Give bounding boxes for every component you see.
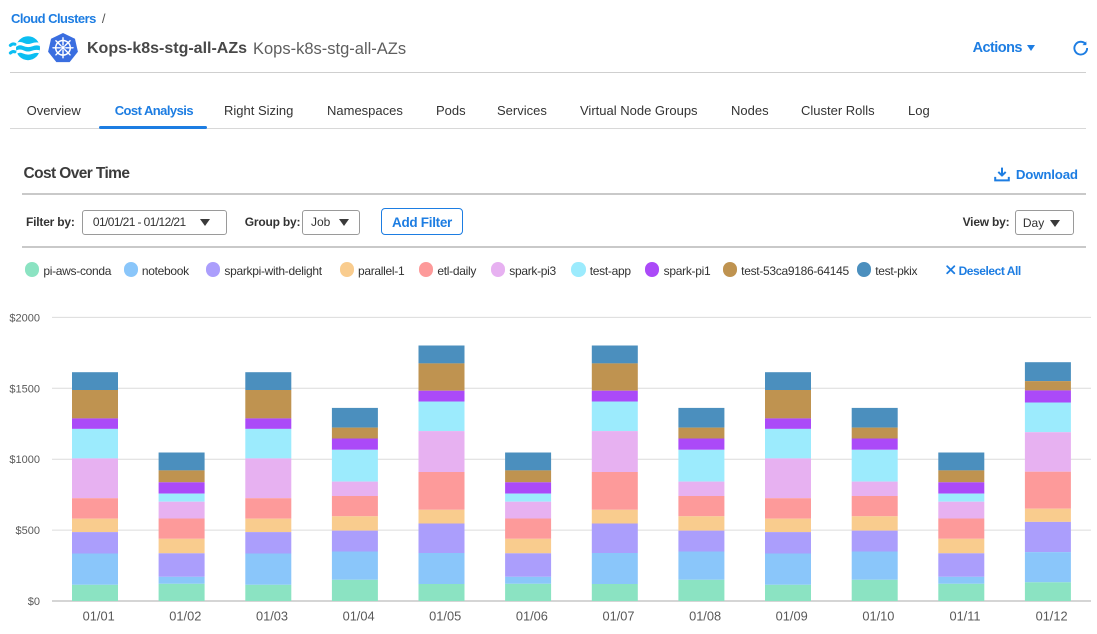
svg-text:01/01: 01/01 (83, 609, 115, 624)
svg-text:$500: $500 (16, 525, 40, 537)
svg-text:01/08: 01/08 (689, 609, 721, 624)
svg-text:01/12: 01/12 (1036, 609, 1068, 624)
svg-text:01/07: 01/07 (602, 609, 634, 624)
svg-text:01/11: 01/11 (949, 609, 980, 624)
svg-text:01/10: 01/10 (862, 609, 894, 624)
svg-text:01/03: 01/03 (256, 609, 288, 624)
svg-text:01/02: 01/02 (169, 609, 201, 624)
svg-text:$0: $0 (28, 596, 40, 608)
svg-text:01/06: 01/06 (516, 609, 548, 624)
svg-text:$1500: $1500 (9, 383, 40, 395)
svg-text:01/09: 01/09 (776, 609, 808, 624)
svg-text:$1000: $1000 (9, 454, 40, 466)
svg-text:01/05: 01/05 (429, 609, 461, 624)
svg-text:$2000: $2000 (9, 312, 40, 324)
svg-text:01/04: 01/04 (343, 609, 375, 624)
